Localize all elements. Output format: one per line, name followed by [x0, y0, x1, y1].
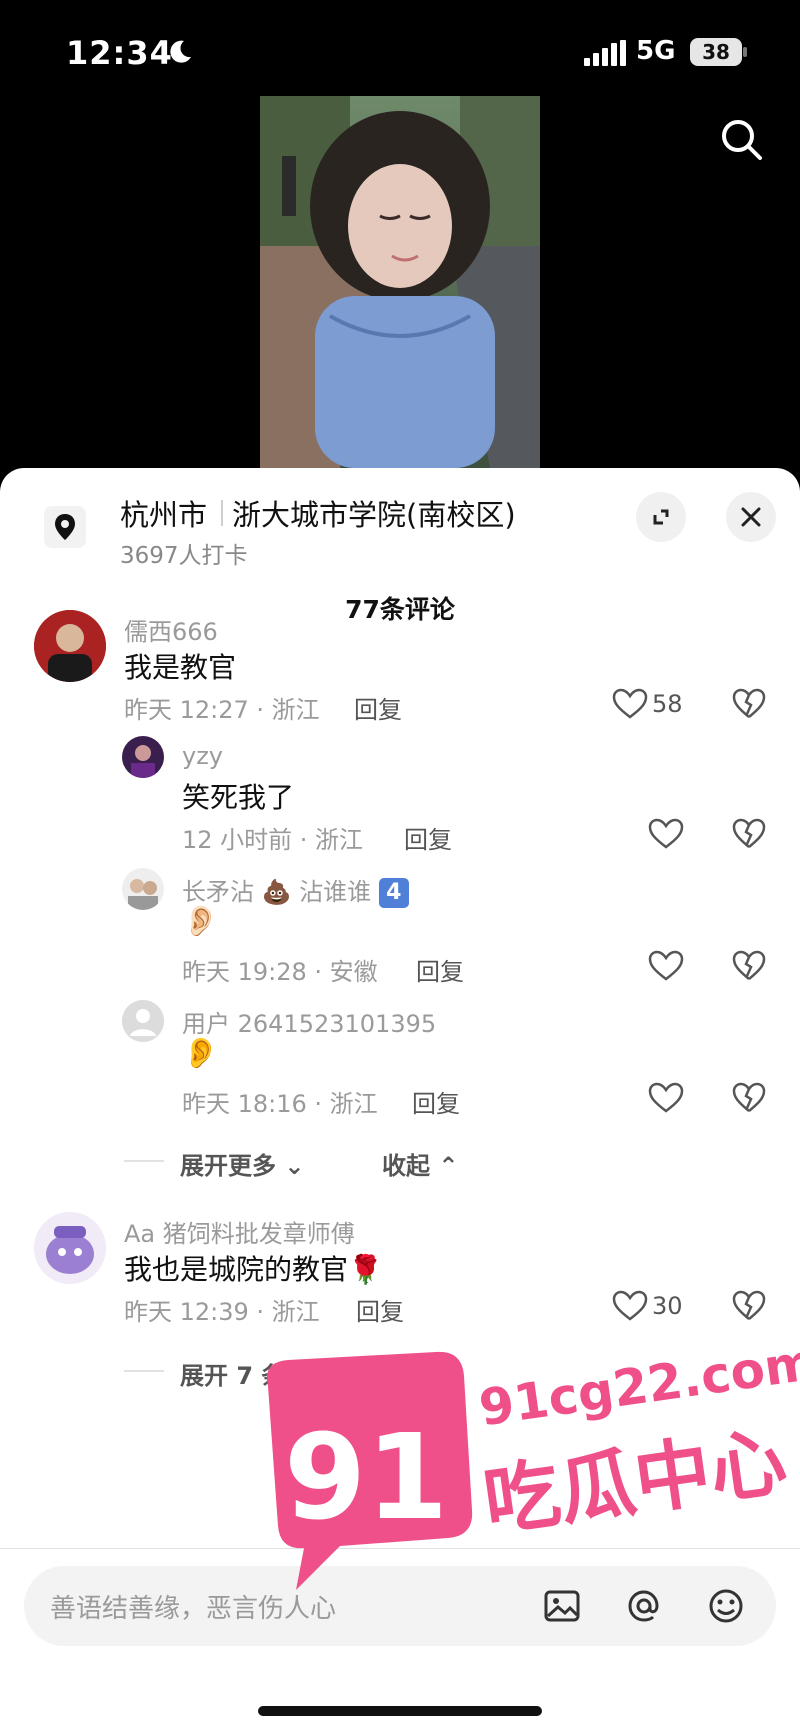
- location-city[interactable]: 杭州市: [120, 492, 207, 534]
- comment-meta: 昨天 18:16 · 浙江: [182, 1090, 378, 1118]
- expand-more-button[interactable]: 展开更多 ⌄: [180, 1146, 304, 1181]
- avatar[interactable]: [34, 610, 106, 682]
- location-place[interactable]: 浙大城市学院(南校区): [232, 492, 516, 534]
- comment-meta: 12 小时前 · 浙江: [182, 826, 364, 854]
- comment-input[interactable]: 善语结善缘，恶言伤人心: [24, 1566, 776, 1646]
- chevron-up-icon: ⌃: [430, 1152, 459, 1180]
- moon-icon: [170, 40, 191, 63]
- reply-button[interactable]: 回复: [416, 952, 464, 987]
- heart-icon[interactable]: [648, 818, 684, 850]
- reply-button[interactable]: 回复: [404, 820, 452, 855]
- comment-meta: 昨天 12:27 · 浙江: [124, 696, 320, 724]
- status-bar: 12:34 5G 38: [0, 0, 800, 100]
- emoji-icon[interactable]: [706, 1586, 746, 1626]
- expand-replies-label: 展开 7 条回复: [180, 1362, 334, 1390]
- chevron-down-icon: ⌄: [333, 1362, 362, 1390]
- reply-button[interactable]: 回复: [412, 1084, 460, 1119]
- rose-emoji-icon: 🌹: [348, 1253, 383, 1286]
- avatar[interactable]: [122, 1000, 164, 1042]
- comment-author[interactable]: 用户 2641523101395: [182, 1004, 436, 1039]
- broken-heart-icon[interactable]: [732, 1082, 766, 1114]
- avatar[interactable]: [34, 1212, 106, 1284]
- comment-count: 77条评论: [345, 595, 455, 624]
- comment-author[interactable]: 长矛沾 💩 沾谁谁 4: [182, 872, 409, 908]
- broken-heart-icon[interactable]: [732, 1290, 766, 1322]
- network-type: 5G: [636, 36, 676, 66]
- poop-emoji-icon: 💩: [261, 878, 292, 906]
- avatar[interactable]: [122, 868, 164, 910]
- comment-text-content: 我也是城院的教官: [124, 1253, 349, 1286]
- post-photo[interactable]: [260, 96, 540, 468]
- search-icon[interactable]: [716, 114, 768, 166]
- heart-icon[interactable]: [612, 688, 648, 720]
- avatar[interactable]: [122, 736, 164, 778]
- author-name-part: 长矛沾: [182, 878, 254, 906]
- heart-icon[interactable]: [612, 1290, 648, 1322]
- status-time: 12:34: [66, 34, 173, 72]
- broken-heart-icon[interactable]: [732, 950, 766, 982]
- chevron-down-icon: ⌄: [276, 1152, 305, 1180]
- comments-sheet: 杭州市 浙大城市学院(南校区) 3697人打卡 77条评论 儒西666 我是教官…: [0, 468, 800, 1733]
- battery-icon: 38: [690, 38, 748, 66]
- expand-more-label: 展开更多: [180, 1152, 276, 1180]
- heart-icon[interactable]: [648, 1082, 684, 1114]
- sheet-divider: [0, 1548, 800, 1549]
- close-button[interactable]: [726, 492, 776, 542]
- expand-icon: [653, 509, 669, 525]
- collapse-button[interactable]: 收起 ⌃: [382, 1146, 458, 1181]
- number-badge: 4: [378, 878, 409, 908]
- reply-button[interactable]: 回复: [356, 1292, 404, 1327]
- like-count: 30: [652, 1292, 683, 1320]
- mention-icon[interactable]: [624, 1586, 664, 1626]
- reply-button[interactable]: 回复: [354, 690, 402, 725]
- close-icon: [741, 507, 761, 527]
- comment-meta: 昨天 19:28 · 安徽: [182, 958, 378, 986]
- collapse-label: 收起: [382, 1152, 430, 1180]
- comment-text: 我也是城院的教官🌹: [124, 1248, 383, 1288]
- expand-replies-button[interactable]: 展开 7 条回复 ⌄: [180, 1356, 362, 1391]
- broken-heart-icon[interactable]: [732, 688, 766, 720]
- comment-author[interactable]: 儒西666: [124, 612, 218, 647]
- comment-meta: 昨天 12:39 · 浙江: [124, 1298, 320, 1326]
- heart-icon[interactable]: [648, 950, 684, 982]
- image-icon[interactable]: [542, 1586, 582, 1626]
- comment-author[interactable]: yzy: [182, 742, 223, 770]
- author-name-part: 沾谁谁: [299, 878, 372, 906]
- comment-text: 我是教官: [124, 651, 237, 684]
- battery-level: 38: [690, 38, 742, 66]
- comment-text: 笑死我了: [182, 781, 295, 814]
- divider-line: [124, 1370, 164, 1372]
- like-count: 58: [652, 690, 683, 718]
- divider-line: [124, 1160, 164, 1162]
- expand-button[interactable]: [636, 492, 686, 542]
- signal-icon: [584, 40, 626, 66]
- ear-emoji: 👂: [182, 1036, 220, 1071]
- comment-author[interactable]: Aa 猪饲料批发章师傅: [124, 1214, 355, 1249]
- location-pin-icon: [44, 506, 86, 548]
- broken-heart-icon[interactable]: [732, 818, 766, 850]
- ear-emoji: 👂🏻: [182, 904, 220, 939]
- home-indicator[interactable]: [258, 1706, 542, 1716]
- checkin-count: 3697人打卡: [120, 543, 248, 569]
- comment-input-placeholder: 善语结善缘，恶言伤人心: [50, 1594, 337, 1624]
- location-divider: [221, 500, 223, 526]
